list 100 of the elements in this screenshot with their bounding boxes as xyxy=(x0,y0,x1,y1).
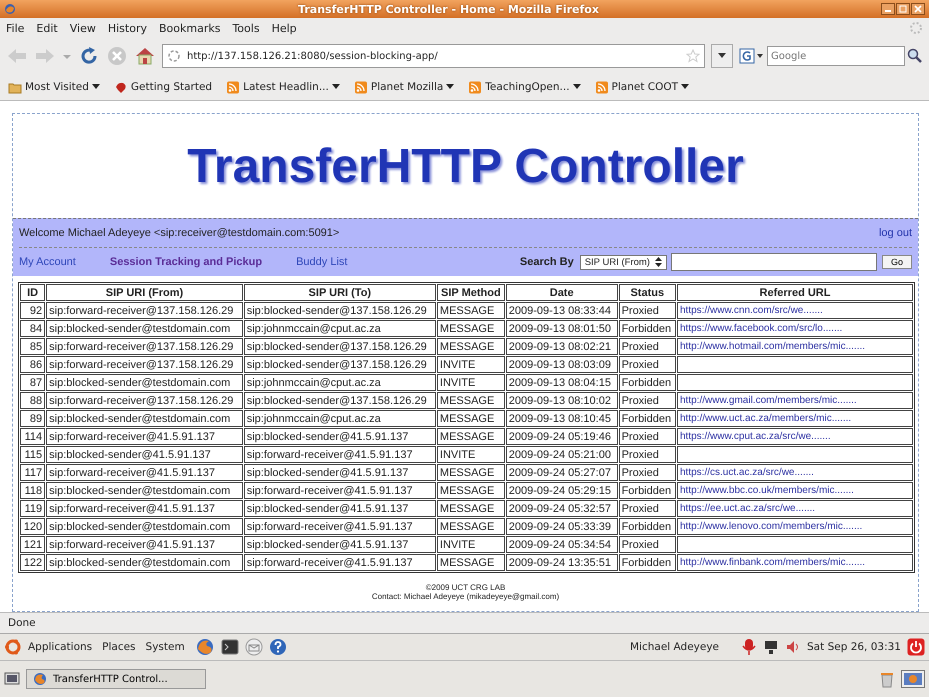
nav-link[interactable]: My Account xyxy=(19,256,76,268)
table-cell: sip:blocked-sender@testdomain.com xyxy=(46,518,243,535)
welcome-text: Welcome Michael Adeyeye <sip:receiver@testdomain.com:5091> xyxy=(19,227,340,239)
nav-link[interactable]: Buddy List xyxy=(296,256,348,268)
maximize-icon[interactable] xyxy=(896,3,910,15)
table-cell: Proxied xyxy=(618,338,676,355)
table-cell: sip:blocked-sender@137.158.126.29 xyxy=(244,338,436,355)
search-by-select[interactable]: SIP URI (From) xyxy=(580,254,667,270)
minimize-icon[interactable] xyxy=(881,3,895,15)
clock[interactable]: Sat Sep 26, 03:31 xyxy=(807,641,901,653)
taskbar-button[interactable]: TransferHTTP Control... xyxy=(26,669,206,689)
panel-menu[interactable]: Places xyxy=(102,641,136,653)
table-cell: Forbidden xyxy=(618,482,676,499)
bookmark-item[interactable]: Latest Headlin... xyxy=(226,80,340,94)
panel-menu[interactable]: System xyxy=(146,641,185,653)
bookmark-item[interactable]: Planet Mozilla xyxy=(354,80,454,94)
table-cell: MESSAGE xyxy=(436,428,505,445)
table-cell: 2009-09-13 08:01:50 xyxy=(506,320,618,337)
table-cell: MESSAGE xyxy=(436,410,505,427)
table-cell: MESSAGE xyxy=(436,518,505,535)
table-cell: 2009-09-24 05:27:07 xyxy=(506,464,618,481)
power-icon[interactable] xyxy=(907,638,925,656)
table-cell: sip:forward-receiver@41.5.91.137 xyxy=(46,428,243,445)
table-cell: 119 xyxy=(20,500,46,517)
table-cell: sip:blocked-sender@41.5.91.137 xyxy=(46,446,243,463)
table-cell: sip:forward-receiver@41.5.91.137 xyxy=(46,464,243,481)
table-cell: 88 xyxy=(20,392,46,409)
table-cell: 120 xyxy=(20,518,46,535)
history-dropdown-button[interactable] xyxy=(711,44,733,68)
menu-item[interactable]: File xyxy=(6,22,24,34)
menu-item[interactable]: History xyxy=(108,22,147,34)
browser-icon xyxy=(33,672,47,686)
microphone-icon[interactable] xyxy=(741,638,758,656)
search-input[interactable] xyxy=(670,253,877,271)
show-desktop-icon[interactable] xyxy=(4,671,20,687)
home-icon[interactable] xyxy=(134,45,156,67)
table-cell: sip:forward-receiver@137.158.126.29 xyxy=(46,392,243,409)
menu-item[interactable]: Tools xyxy=(232,22,260,34)
table-cell: 115 xyxy=(20,446,46,463)
table-cell: 2009-09-24 05:19:46 xyxy=(506,428,618,445)
table-cell: Forbidden xyxy=(618,410,676,427)
go-button[interactable]: Go xyxy=(882,255,912,269)
bookmark-item[interactable]: Most Visited xyxy=(8,80,100,94)
table-cell: sip:blocked-sender@testdomain.com xyxy=(46,554,243,571)
bookmark-item[interactable]: Getting Started xyxy=(114,80,212,94)
bookmark-item[interactable]: TeachingOpen... xyxy=(468,80,581,94)
caret-icon xyxy=(681,84,690,90)
spinner-arrows-icon xyxy=(654,257,662,267)
table-cell: 2009-09-13 08:03:09 xyxy=(506,356,618,373)
table-cell: 2009-09-24 05:29:15 xyxy=(506,482,618,499)
workspace-switcher-icon[interactable] xyxy=(901,670,925,688)
distro-logo-icon[interactable] xyxy=(4,638,22,656)
table-cell: sip:blocked-sender@137.158.126.29 xyxy=(244,356,436,373)
column-header: ID xyxy=(20,284,46,301)
close-icon[interactable] xyxy=(911,3,925,15)
logout-link[interactable]: log out xyxy=(878,227,912,239)
menu-item[interactable]: Help xyxy=(272,22,297,34)
panel-menu[interactable]: Applications xyxy=(28,641,92,653)
menu-item[interactable]: Edit xyxy=(36,22,58,34)
mail-icon[interactable] xyxy=(244,638,263,656)
table-cell: sip:blocked-sender@testdomain.com xyxy=(46,320,243,337)
bookmark-item[interactable]: Planet COOT xyxy=(594,80,690,94)
table-cell: 2009-09-13 08:04:15 xyxy=(506,374,618,391)
table-cell: sip:blocked-sender@41.5.91.137 xyxy=(244,428,436,445)
star-icon[interactable] xyxy=(686,49,700,63)
window-menu-icon[interactable] xyxy=(4,3,16,15)
address-field[interactable]: http://137.158.126.21:8080/session-blocking-app/ xyxy=(162,44,705,68)
column-header: SIP Method xyxy=(436,284,505,301)
footer-text: ©2009 UCT CRG LAB xyxy=(426,583,506,592)
search-engine-icon[interactable] xyxy=(739,48,765,64)
table-cell: 86 xyxy=(20,356,46,373)
table-cell: 2009-09-13 08:10:02 xyxy=(506,392,618,409)
search-icon[interactable] xyxy=(907,48,923,64)
search-field[interactable]: Google xyxy=(767,46,905,66)
table-cell: Forbidden xyxy=(618,554,676,571)
help-icon[interactable] xyxy=(268,638,287,656)
table-cell: sip:blocked-sender@41.5.91.137 xyxy=(244,464,436,481)
caret-icon xyxy=(572,84,581,90)
footer-text: Contact: Michael Adeyeye (mikadeyeye@gmail.com) xyxy=(372,592,560,601)
table-cell: 2009-09-24 05:32:57 xyxy=(506,500,618,517)
table-cell: MESSAGE xyxy=(436,554,505,571)
menu-item[interactable]: View xyxy=(70,22,96,34)
table-cell: sip:blocked-sender@137.158.126.29 xyxy=(244,302,436,319)
trash-icon[interactable] xyxy=(879,670,895,688)
column-header: SIP URI (From) xyxy=(46,284,243,301)
table-cell: MESSAGE xyxy=(436,320,505,337)
browser-launcher-icon[interactable] xyxy=(194,637,215,657)
table-cell: Proxied xyxy=(618,464,676,481)
table-cell: 122 xyxy=(20,554,46,571)
user-name[interactable]: Michael Adeyeye xyxy=(630,641,720,653)
column-header: Date xyxy=(506,284,618,301)
table-cell: 117 xyxy=(20,464,46,481)
nav-link[interactable]: Session Tracking and Pickup xyxy=(110,256,262,268)
caret-icon xyxy=(332,84,340,90)
table-cell: 89 xyxy=(20,410,46,427)
table-cell: sip:johnmccain@cput.ac.za xyxy=(244,410,436,427)
terminal-icon[interactable] xyxy=(220,638,239,656)
table-cell: sip:forward-receiver@41.5.91.137 xyxy=(244,482,436,499)
table-cell: 2009-09-24 05:33:39 xyxy=(506,518,618,535)
menu-item[interactable]: Bookmarks xyxy=(158,22,220,34)
